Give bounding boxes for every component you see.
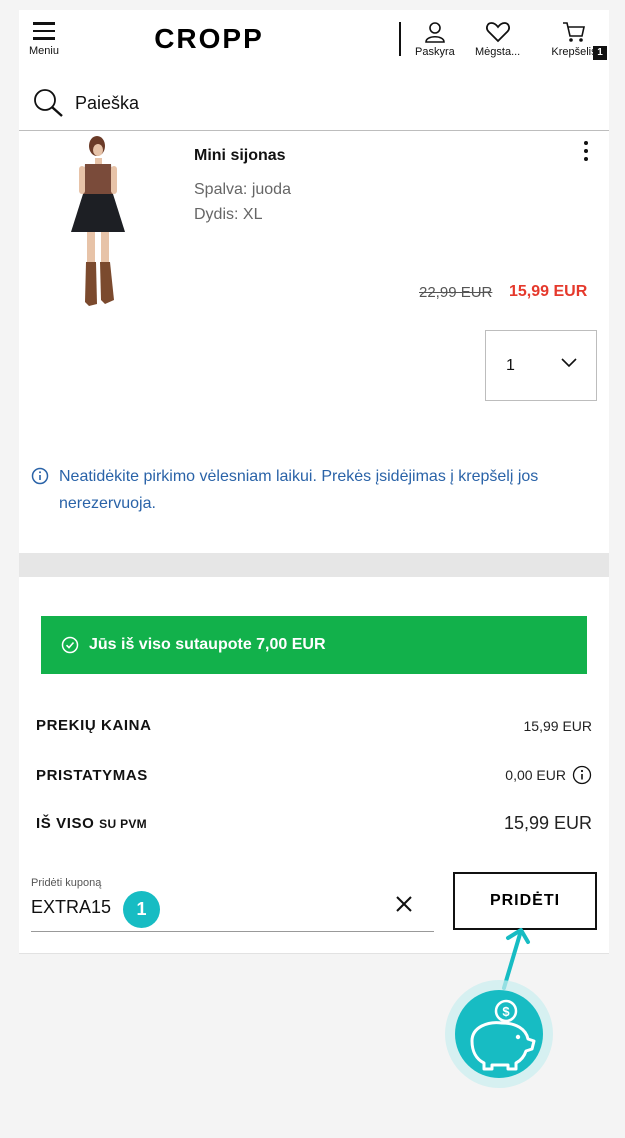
favorites-button[interactable]: Mėgsta... [475, 20, 520, 58]
info-icon [31, 467, 49, 485]
cart-count-badge: 1 [593, 46, 607, 60]
user-icon [425, 22, 445, 43]
sale-price: 15,99 EUR [509, 283, 588, 300]
step-marker: 1 [123, 891, 160, 928]
site-header: Meniu CROPP Paskyra Mėgsta... Krepšelis … [19, 10, 609, 131]
total-vat-suffix: SU PVM [99, 817, 147, 831]
header-divider [399, 22, 401, 56]
coupon-label: Pridėti kuponą [31, 877, 102, 889]
info-icon[interactable] [572, 765, 592, 785]
delivery-value: 0,00 EUR [505, 767, 566, 783]
delivery-row: PRISTATYMAS 0,00 EUR [36, 765, 592, 785]
section-divider [19, 553, 609, 577]
quantity-value: 1 [506, 356, 515, 374]
order-summary: Jūs iš viso sutaupote 7,00 EUR PREKIŲ KA… [19, 577, 609, 954]
old-price: 22,99 EUR [419, 284, 493, 301]
savings-text: Jūs iš viso sutaupote 7,00 EUR [89, 636, 326, 653]
cart-label: Krepšelis [551, 46, 597, 58]
cart-button[interactable]: Krepšelis 1 [545, 20, 607, 60]
quantity-select[interactable]: 1 [485, 330, 597, 401]
account-button[interactable]: Paskyra [415, 20, 455, 58]
search-icon [34, 89, 63, 117]
product-name[interactable]: Mini sijonas [194, 147, 286, 165]
items-price-label: PREKIŲ KAINA [36, 717, 152, 734]
coupon-input[interactable]: EXTRA15 [31, 897, 111, 918]
piggy-bank-icon: $ [445, 980, 553, 1088]
items-price-row: PREKIŲ KAINA 15,99 EUR [36, 717, 592, 734]
reservation-notice: Neatidėkite pirkimo vėlesniam laikui. Pr… [31, 463, 571, 517]
svg-text:CROPP: CROPP [154, 24, 264, 52]
svg-text:$: $ [502, 1004, 510, 1019]
total-value: 15,99 EUR [503, 813, 592, 833]
favorites-label: Mėgsta... [475, 46, 521, 58]
cropp-logo[interactable]: CROPP [147, 24, 271, 52]
heart-icon [485, 22, 510, 43]
total-label: IŠ VISO [36, 815, 95, 832]
chevron-down-icon [561, 358, 577, 368]
total-row: IŠ VISO SU PVM 15,99 EUR [36, 813, 592, 834]
hamburger-icon [24, 22, 64, 40]
search-label: Paieška [75, 92, 140, 113]
cart-item: Mini sijonas Spalva: juoda Dydis: XL 22,… [19, 131, 609, 553]
menu-button[interactable]: Meniu [24, 22, 64, 57]
coupon-field[interactable]: Pridėti kuponą EXTRA15 [31, 877, 434, 932]
search-bar[interactable]: Paieška [33, 88, 139, 118]
notice-text: Neatidėkite pirkimo vėlesniam laikui. Pr… [59, 468, 539, 512]
product-size: Dydis: XL [194, 206, 263, 223]
account-label: Paskyra [415, 46, 455, 58]
more-options-icon[interactable] [581, 141, 591, 165]
close-icon[interactable] [393, 893, 415, 915]
menu-label: Meniu [29, 44, 59, 57]
product-image[interactable] [67, 134, 133, 312]
items-price-value: 15,99 EUR [523, 717, 592, 734]
product-color: Spalva: juoda [194, 181, 291, 198]
cart-icon [563, 22, 585, 42]
savings-banner: Jūs iš viso sutaupote 7,00 EUR [41, 616, 587, 674]
check-circle-icon [61, 636, 79, 654]
delivery-label: PRISTATYMAS [36, 766, 148, 784]
